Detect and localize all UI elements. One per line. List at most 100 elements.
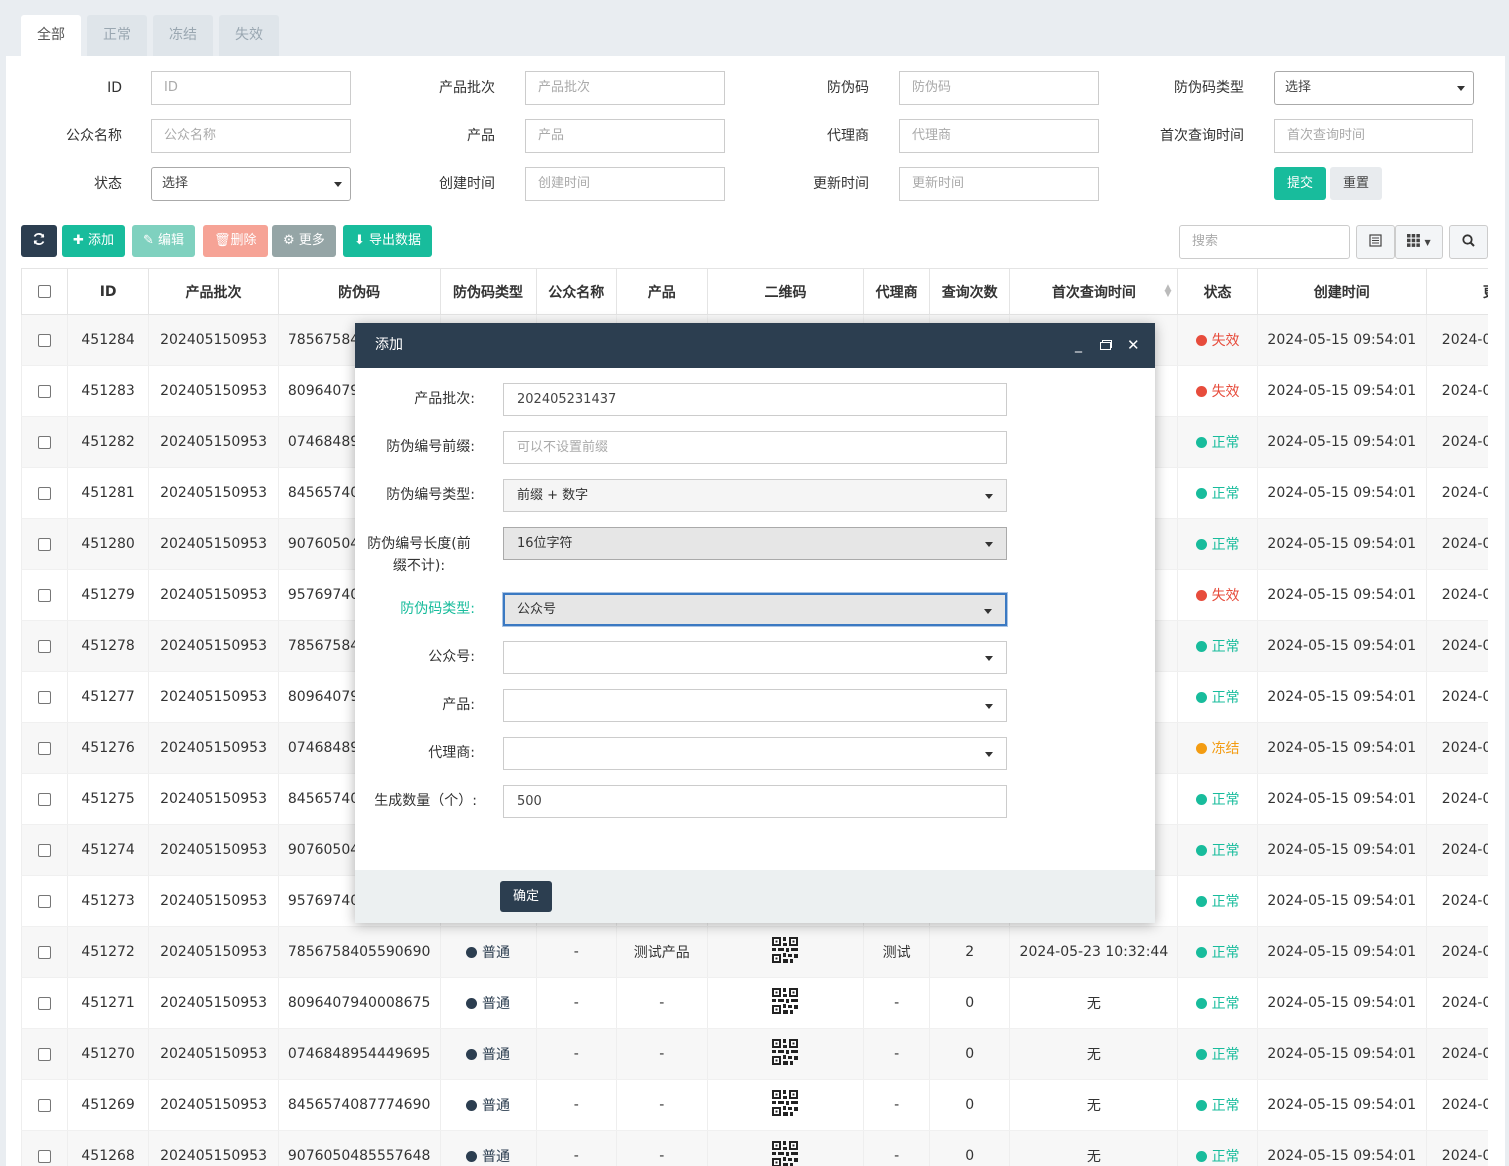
export-button[interactable]: ⬇ 导出数据	[343, 225, 433, 257]
row-checkbox[interactable]	[37, 588, 51, 602]
table-row[interactable]: 451269 202405150953 8456574087774690 普通 - - -0…	[21, 1079, 1488, 1131]
cell-created: 2024-05-15 09:54:01	[1256, 365, 1427, 417]
filter-code-type-value: 选择	[1285, 80, 1312, 95]
minimize-icon[interactable]: _	[1075, 323, 1082, 368]
col-header-count[interactable]: 查询次数	[929, 268, 1011, 315]
columns-dropdown-button[interactable]: ▼	[1395, 225, 1443, 259]
cell-qrcode[interactable]	[706, 1079, 865, 1131]
row-checkbox[interactable]	[37, 537, 51, 551]
modal-gzh-select[interactable]	[503, 641, 1007, 674]
delete-button[interactable]: 🗑删除	[203, 225, 268, 257]
row-checkbox[interactable]	[37, 1047, 51, 1061]
filter-gzh-input[interactable]: 公众名称	[151, 119, 351, 153]
table-row[interactable]: 451271 202405150953 8096407940008675 普通 - - -0…	[21, 977, 1488, 1029]
modal-product-select[interactable]	[503, 689, 1007, 722]
cell-qrcode[interactable]	[706, 926, 865, 978]
filter-code-type-select[interactable]: 选择	[1274, 71, 1474, 105]
filter-created-input[interactable]: 创建时间	[525, 167, 725, 201]
row-checkbox[interactable]	[37, 894, 51, 908]
cell-qrcode[interactable]	[706, 1028, 865, 1080]
modal-prefix-input[interactable]: 可以不设置前缀	[503, 431, 1007, 464]
filter-batch-input[interactable]: 产品批次	[525, 71, 725, 105]
modal-prefix-label: 防伪编号前缀:	[386, 439, 475, 455]
cell-id: 451276	[66, 722, 150, 774]
col-header-gzh[interactable]: 公众名称	[535, 268, 617, 315]
more-button[interactable]: ⚙ 更多	[272, 225, 336, 257]
row-checkbox[interactable]	[37, 435, 51, 449]
col-header-created[interactable]: 创建时间	[1256, 268, 1427, 315]
cell-batch: 202405150953	[148, 1028, 279, 1080]
filter-code-input[interactable]: 防伪码	[899, 71, 1099, 105]
filter-agent-input[interactable]: 代理商	[899, 119, 1099, 153]
type-dot-icon	[466, 947, 478, 958]
table-row[interactable]: 451272 202405150953 7856758405590690 普通 - 测试产…	[21, 926, 1488, 978]
modal-num-type-select[interactable]: 前缀 + 数字	[503, 479, 1007, 512]
modal-agent-select[interactable]	[503, 737, 1007, 770]
col-header-updated[interactable]: 更新时间	[1425, 268, 1488, 315]
row-checkbox[interactable]	[37, 1098, 51, 1112]
cell-status: 失效	[1177, 365, 1258, 417]
modal-agent-label: 代理商:	[428, 745, 475, 761]
col-header-id[interactable]: ID	[66, 268, 150, 315]
add-button-label: 添加	[88, 233, 115, 248]
table-row[interactable]: 451268 202405150953 9076050485557648 普通 - - -0…	[21, 1130, 1488, 1166]
row-checkbox[interactable]	[37, 486, 51, 500]
row-checkbox[interactable]	[37, 639, 51, 653]
modal-qty-input[interactable]: 500	[503, 785, 1007, 818]
cell-status: 正常	[1177, 620, 1258, 672]
toggle-view-button[interactable]	[1356, 225, 1395, 259]
col-header-code-type[interactable]: 防伪码类型	[439, 268, 537, 315]
filter-product-input[interactable]: 产品	[525, 119, 725, 153]
col-header-first-query[interactable]: 首次查询时间 ▲ ▼	[1009, 268, 1179, 315]
row-checkbox[interactable]	[37, 996, 51, 1010]
maximize-icon[interactable]	[1100, 323, 1112, 368]
col-header-product[interactable]: 产品	[615, 268, 708, 315]
cell-qrcode[interactable]	[706, 977, 865, 1029]
tab-invalid[interactable]: 失效	[219, 15, 279, 56]
reset-button[interactable]: 重置	[1330, 167, 1382, 200]
cell-status: 正常	[1177, 926, 1258, 978]
filter-id-input[interactable]: ID	[151, 71, 351, 105]
modal-code-type-select[interactable]: 公众号	[503, 593, 1007, 626]
filter-status-select[interactable]: 选择	[151, 167, 351, 201]
search-button[interactable]	[1449, 225, 1488, 259]
tab-frozen[interactable]: 冻结	[153, 15, 213, 56]
status-dot-icon	[1195, 386, 1207, 397]
cell-count: 0	[929, 1079, 1011, 1131]
tab-normal[interactable]: 正常	[87, 15, 147, 56]
modal-batch-input[interactable]: 202405231437	[503, 383, 1007, 416]
table-row[interactable]: 451270 202405150953 0746848954449695 普通 - - -0…	[21, 1028, 1488, 1080]
row-checkbox[interactable]	[37, 945, 51, 959]
row-checkbox[interactable]	[37, 690, 51, 704]
edit-button[interactable]: ✎ 编辑	[132, 225, 196, 257]
col-header-code[interactable]: 防伪码	[277, 268, 441, 315]
col-header-status[interactable]: 状态	[1177, 268, 1258, 315]
cell-updated: 2024-05-15 14:0	[1425, 518, 1488, 570]
cell-batch: 202405150953	[148, 824, 279, 876]
col-header-batch[interactable]: 产品批次	[148, 268, 279, 315]
cell-updated: 2024-05-23 11:2	[1425, 722, 1488, 774]
submit-button[interactable]: 提交	[1274, 167, 1326, 200]
modal-length-select[interactable]: 16位字符	[503, 527, 1007, 560]
cell-qrcode[interactable]	[706, 1130, 865, 1166]
add-button[interactable]: ✚ 添加	[62, 225, 126, 257]
status-dot-icon	[1195, 845, 1207, 856]
col-header-qrcode[interactable]: 二维码	[706, 268, 865, 315]
row-checkbox[interactable]	[37, 843, 51, 857]
row-checkbox[interactable]	[37, 384, 51, 398]
cell-id: 451275	[66, 773, 150, 825]
close-icon[interactable]: ✕	[1127, 323, 1140, 368]
row-checkbox[interactable]	[37, 741, 51, 755]
col-header-agent[interactable]: 代理商	[863, 268, 931, 315]
row-checkbox[interactable]	[37, 333, 51, 347]
row-checkbox[interactable]	[37, 1149, 51, 1163]
tab-all[interactable]: 全部	[21, 15, 81, 56]
filter-first-query-input[interactable]: 首次查询时间	[1274, 119, 1473, 153]
filter-updated-input[interactable]: 更新时间	[899, 167, 1099, 201]
select-all-checkbox[interactable]	[37, 285, 51, 298]
confirm-button[interactable]: 确定	[500, 881, 552, 912]
table-search-input[interactable]: 搜索	[1179, 225, 1350, 259]
cell-code-type: 普通	[439, 1079, 537, 1131]
row-checkbox[interactable]	[37, 792, 51, 806]
refresh-button[interactable]	[21, 225, 57, 257]
